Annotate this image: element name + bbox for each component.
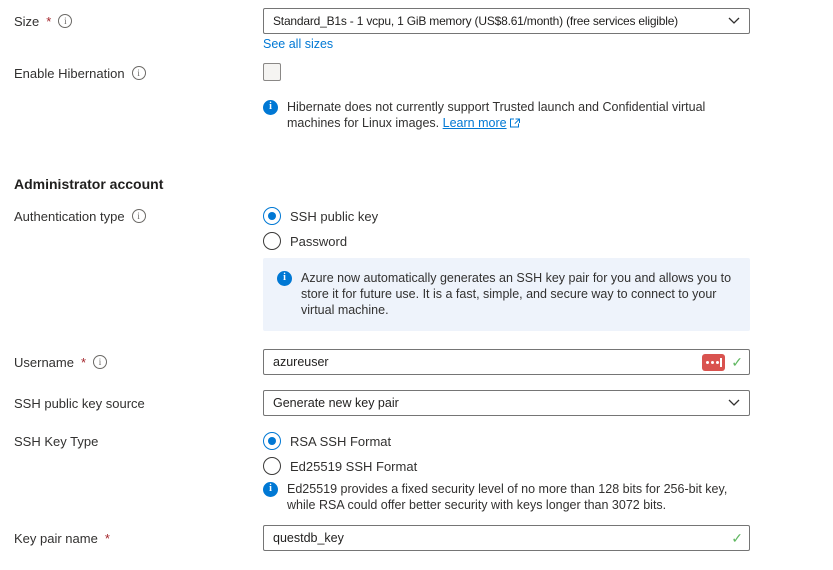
size-select[interactable]: Standard_B1s - 1 vcpu, 1 GiB memory (US$… <box>263 8 750 34</box>
enable-hibernation-checkbox[interactable] <box>263 63 281 81</box>
radio-selected-icon <box>263 432 281 450</box>
size-label-text: Size <box>14 14 39 29</box>
key-pair-name-label-text: Key pair name <box>14 531 98 546</box>
radio-unselected-icon <box>263 232 281 250</box>
info-tooltip-icon[interactable] <box>132 209 146 223</box>
key-pair-name-label: Key pair name * <box>14 525 110 551</box>
authentication-type-label: Authentication type <box>14 206 146 226</box>
auth-radio-password[interactable]: Password <box>263 231 347 251</box>
ssh-key-source-label-text: SSH public key source <box>14 396 145 411</box>
ssh-key-source-label: SSH public key source <box>14 390 145 416</box>
external-link-icon <box>510 116 520 132</box>
key-type-radio-ed25519[interactable]: Ed25519 SSH Format <box>263 456 417 476</box>
ssh-key-source-selected-value: Generate new key pair <box>273 396 722 410</box>
vm-create-form: Size * Standard_B1s - 1 vcpu, 1 GiB memor… <box>0 0 833 570</box>
see-all-sizes-link[interactable]: See all sizes <box>263 37 333 51</box>
info-filled-icon <box>277 271 292 286</box>
radio-label: Ed25519 SSH Format <box>290 459 417 474</box>
info-filled-icon <box>263 100 278 115</box>
authentication-type-label-text: Authentication type <box>14 209 125 224</box>
required-asterisk: * <box>105 531 110 546</box>
admin-account-section-title: Administrator account <box>14 176 163 192</box>
ssh-keypair-note-text: Azure now automatically generates an SSH… <box>301 270 732 318</box>
ssh-key-type-label: SSH Key Type <box>14 431 98 451</box>
ssh-key-source-select[interactable]: Generate new key pair <box>263 390 750 416</box>
username-label-text: Username <box>14 355 74 370</box>
username-input[interactable] <box>264 350 702 374</box>
username-label: Username * <box>14 349 107 375</box>
auth-radio-ssh-public-key[interactable]: SSH public key <box>263 206 378 226</box>
key-pair-name-input[interactable] <box>264 526 725 550</box>
size-selected-value: Standard_B1s - 1 vcpu, 1 GiB memory (US$… <box>273 14 722 28</box>
size-label: Size * <box>14 8 72 34</box>
key-pair-name-field <box>263 525 750 551</box>
hibernate-note: Hibernate does not currently support Tru… <box>263 99 738 132</box>
checkmark-icon <box>731 355 743 369</box>
username-field <box>263 349 750 375</box>
required-asterisk: * <box>46 14 51 29</box>
info-tooltip-icon[interactable] <box>93 355 107 369</box>
password-manager-icon[interactable] <box>702 354 725 371</box>
required-asterisk: * <box>81 355 86 370</box>
ed25519-note: Ed25519 provides a fixed security level … <box>263 481 750 513</box>
key-type-radio-rsa[interactable]: RSA SSH Format <box>263 431 391 451</box>
radio-label: RSA SSH Format <box>290 434 391 449</box>
enable-hibernation-label: Enable Hibernation <box>14 63 146 83</box>
ssh-key-type-label-text: SSH Key Type <box>14 434 98 449</box>
info-tooltip-icon[interactable] <box>58 14 72 28</box>
ed25519-note-text: Ed25519 provides a fixed security level … <box>287 481 750 513</box>
enable-hibernation-label-text: Enable Hibernation <box>14 66 125 81</box>
radio-unselected-icon <box>263 457 281 475</box>
ssh-keypair-note-box: Azure now automatically generates an SSH… <box>263 258 750 331</box>
chevron-down-icon <box>728 17 740 25</box>
info-filled-icon <box>263 482 278 497</box>
hibernate-note-text: Hibernate does not currently support Tru… <box>287 99 738 132</box>
radio-label: Password <box>290 234 347 249</box>
checkmark-icon <box>731 531 743 545</box>
radio-label: SSH public key <box>290 209 378 224</box>
info-tooltip-icon[interactable] <box>132 66 146 80</box>
radio-selected-icon <box>263 207 281 225</box>
learn-more-link[interactable]: Learn more <box>443 116 507 130</box>
chevron-down-icon <box>728 399 740 407</box>
